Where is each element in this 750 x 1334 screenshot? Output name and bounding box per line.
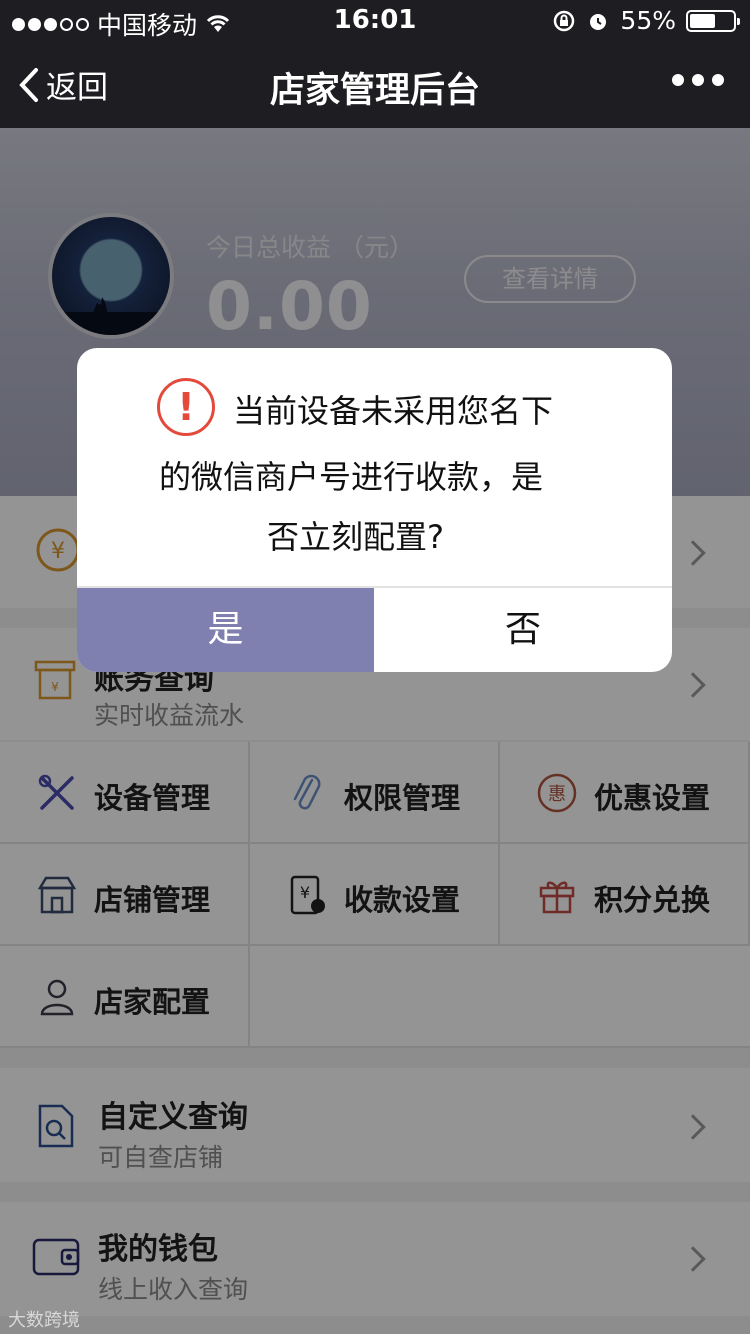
watermark: 大数跨境 [8,1310,80,1331]
warning-icon: ! [157,378,215,436]
page-title: 店家管理后台 [269,71,480,111]
dialog-line-2: 的微信商户号进行收款，是 [159,458,544,496]
yes-button[interactable]: 是 [77,588,374,672]
top-bar: 中国移动 16:01 55% 返回 店家管理后台 [0,0,750,128]
more-menu-button[interactable] [672,74,724,86]
dialog-line-3: 否立刻配置? [267,518,444,556]
status-indicators: 55% [552,6,740,35]
rotation-lock-icon [554,10,575,31]
battery-icon [686,9,740,32]
dialog-message: ! 当前设备未采用您名下 的微信商户号进行收款，是 否立刻配置? [77,348,672,586]
no-button[interactable]: 否 [374,588,672,672]
alarm-icon [590,13,607,30]
battery-percent: 55% [620,6,676,35]
dialog-actions: 是 否 [77,586,672,672]
confirm-dialog: ! 当前设备未采用您名下 的微信商户号进行收款，是 否立刻配置? 是 否 [77,348,672,672]
modal-overlay[interactable] [0,128,750,1334]
status-bar: 中国移动 16:01 55% [0,0,750,40]
dialog-line-1: 当前设备未采用您名下 [233,392,554,430]
nav-bar: 返回 店家管理后台 [0,40,750,128]
